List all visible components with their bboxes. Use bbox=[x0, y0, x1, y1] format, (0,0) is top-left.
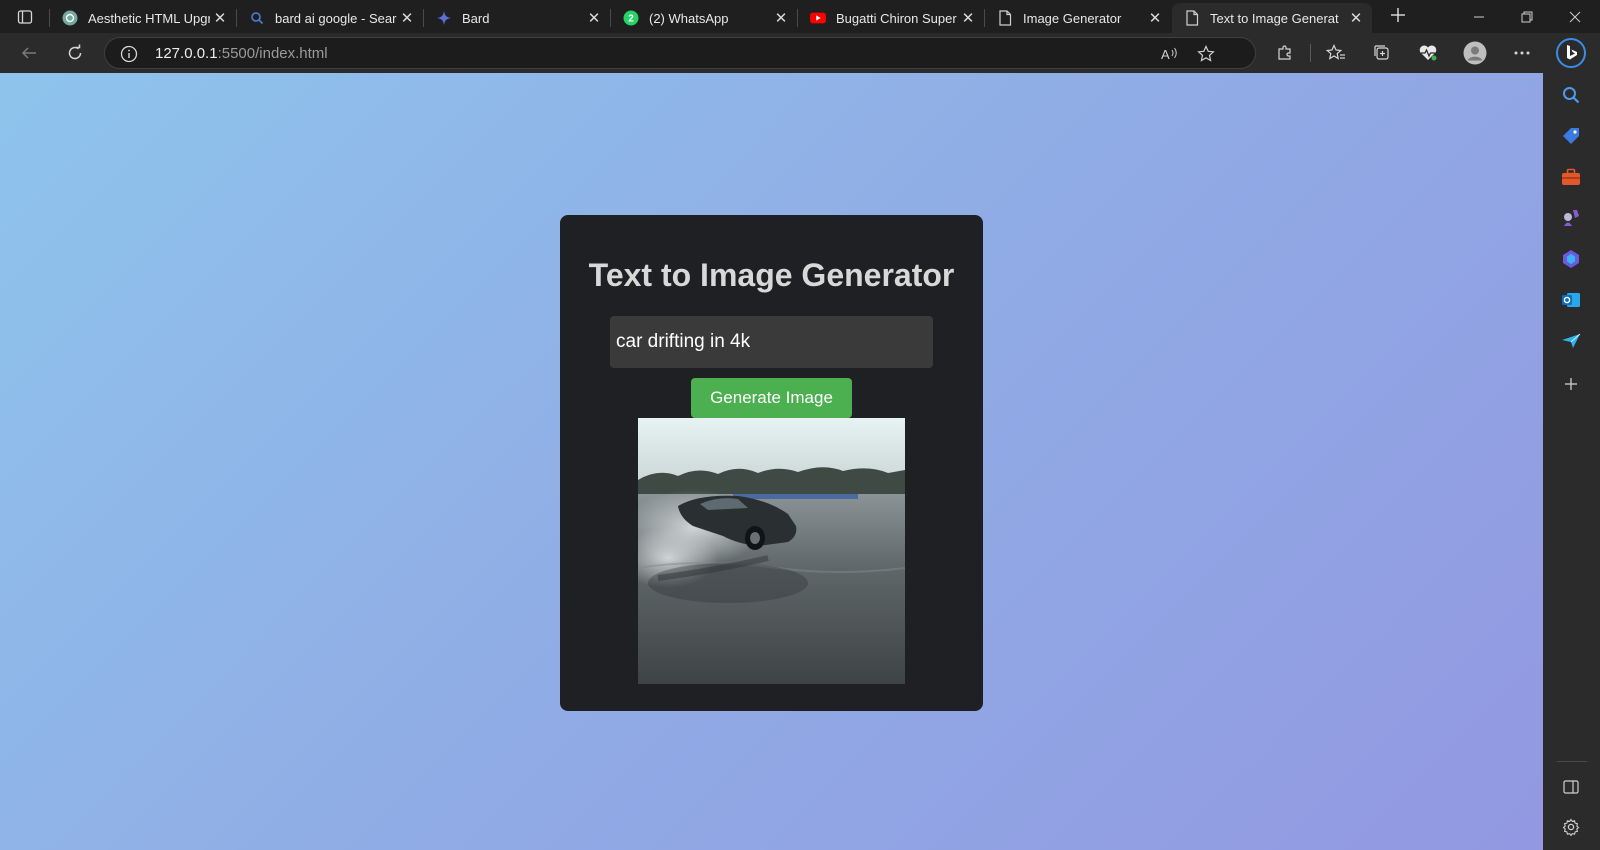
browser-essentials-button[interactable] bbox=[1413, 39, 1443, 67]
tab-title: bard ai google - Searc bbox=[275, 10, 397, 26]
tab-bard-search[interactable]: bard ai google - Searc ✕ bbox=[237, 3, 423, 33]
avatar-icon bbox=[1463, 41, 1487, 65]
youtube-icon bbox=[810, 10, 826, 26]
tab-bard[interactable]: Bard ✕ bbox=[424, 3, 610, 33]
sidebar-add-button[interactable] bbox=[1555, 368, 1587, 400]
sidebar-tools-button[interactable] bbox=[1555, 161, 1587, 193]
close-icon[interactable]: ✕ bbox=[771, 8, 791, 28]
address-bar[interactable]: 127.0.0.1:5500/index.html A bbox=[104, 37, 1256, 69]
close-icon[interactable]: ✕ bbox=[397, 8, 417, 28]
tab-whatsapp[interactable]: 2 (2) WhatsApp ✕ bbox=[611, 3, 797, 33]
back-button[interactable] bbox=[14, 39, 44, 67]
outlook-icon bbox=[1562, 293, 1580, 307]
sidebar-hide-button[interactable] bbox=[1555, 771, 1587, 803]
bing-icon bbox=[1556, 38, 1586, 68]
puzzle-icon bbox=[1278, 45, 1291, 60]
search-icon bbox=[249, 10, 265, 26]
generator-card: Text to Image Generator Generate Image bbox=[560, 215, 983, 711]
tab-title: Text to Image Generat bbox=[1210, 10, 1339, 26]
sidebar-settings-button[interactable] bbox=[1555, 811, 1587, 843]
copilot-icon bbox=[1563, 250, 1579, 268]
page-icon bbox=[1184, 10, 1200, 26]
favorites-button[interactable] bbox=[1321, 39, 1351, 67]
sidebar-copilot-button[interactable] bbox=[1555, 243, 1587, 275]
restore-icon bbox=[1521, 11, 1533, 22]
minimize-icon bbox=[1474, 16, 1484, 17]
more-options-button[interactable] bbox=[1507, 39, 1537, 67]
close-icon[interactable]: ✕ bbox=[1346, 8, 1366, 28]
sidebar-search-button[interactable] bbox=[1555, 79, 1587, 111]
refresh-button[interactable] bbox=[60, 39, 90, 67]
tab-title: Bard bbox=[462, 10, 490, 26]
toolbar: 127.0.0.1:5500/index.html A bbox=[0, 33, 1600, 73]
collections-button[interactable] bbox=[1367, 39, 1397, 67]
toolbox-icon bbox=[1562, 168, 1580, 185]
settings-icon bbox=[1562, 818, 1580, 836]
url-path: :5500/index.html bbox=[217, 45, 328, 62]
search-icon bbox=[1563, 87, 1580, 104]
sidebar-divider bbox=[1557, 761, 1587, 762]
close-window-button[interactable] bbox=[1552, 0, 1598, 33]
sidebar-outlook-button[interactable] bbox=[1555, 284, 1587, 316]
page-title: Text to Image Generator bbox=[588, 257, 955, 293]
send-icon bbox=[1562, 333, 1581, 348]
add-icon bbox=[1565, 378, 1577, 390]
tab-title: (2) WhatsApp bbox=[649, 10, 729, 26]
bing-copilot-button[interactable] bbox=[1555, 37, 1587, 69]
edge-sidebar bbox=[1543, 33, 1600, 850]
new-tab-button[interactable] bbox=[1385, 6, 1411, 28]
tab-aesthetic-html[interactable]: Aesthetic HTML Upgra ✕ bbox=[50, 3, 236, 33]
url-host: 127.0.0.1 bbox=[155, 45, 218, 62]
close-icon[interactable]: ✕ bbox=[1145, 8, 1165, 28]
favorite-star-icon[interactable] bbox=[1195, 43, 1217, 65]
url-text[interactable]: 127.0.0.1:5500/index.html bbox=[155, 45, 328, 62]
close-icon[interactable]: ✕ bbox=[958, 8, 978, 28]
tab-title: Image Generator bbox=[1023, 10, 1122, 26]
restore-button[interactable] bbox=[1504, 0, 1550, 33]
close-icon bbox=[1569, 11, 1581, 22]
tab-title: Bugatti Chiron Super S bbox=[836, 10, 958, 26]
whatsapp-icon: 2 bbox=[623, 10, 639, 26]
sidebar-shopping-button[interactable] bbox=[1555, 120, 1587, 152]
heart-pulse-icon bbox=[1419, 45, 1437, 61]
ellipsis-icon bbox=[1514, 51, 1530, 55]
page-viewport: Text to Image Generator Generate Image bbox=[0, 73, 1543, 850]
tab-title: Aesthetic HTML Upgra bbox=[88, 10, 210, 26]
tab-strip: Aesthetic HTML Upgra ✕ bard ai google - … bbox=[0, 0, 1600, 33]
minimize-button[interactable] bbox=[1456, 0, 1502, 33]
sidebar-games-button[interactable] bbox=[1555, 202, 1587, 234]
toolbar-divider bbox=[1310, 44, 1311, 62]
bard-sparkle-icon bbox=[436, 10, 452, 26]
prompt-input[interactable] bbox=[610, 316, 933, 368]
favorites-icon bbox=[1326, 44, 1345, 60]
generated-image bbox=[638, 418, 905, 684]
tab-text-to-image[interactable]: Text to Image Generat ✕ bbox=[1172, 3, 1372, 33]
plus-icon bbox=[1391, 8, 1405, 22]
svg-text:2: 2 bbox=[628, 14, 634, 25]
site-info-icon[interactable] bbox=[119, 44, 139, 64]
collections-icon bbox=[1374, 45, 1389, 60]
refresh-icon bbox=[68, 44, 82, 60]
tab-actions-button[interactable] bbox=[12, 6, 38, 28]
page-icon bbox=[997, 10, 1013, 26]
profile-button[interactable] bbox=[1460, 39, 1490, 67]
back-arrow-icon bbox=[21, 47, 36, 59]
tab-image-generator[interactable]: Image Generator ✕ bbox=[985, 3, 1171, 33]
chatgpt-icon bbox=[62, 10, 78, 26]
close-icon[interactable]: ✕ bbox=[584, 8, 604, 28]
sidebar-drop-button[interactable] bbox=[1555, 325, 1587, 357]
sidebar-toggle-icon bbox=[1563, 780, 1579, 794]
tag-icon bbox=[1563, 128, 1579, 144]
tab-bugatti[interactable]: Bugatti Chiron Super S ✕ bbox=[798, 3, 984, 33]
svg-text:A: A bbox=[1161, 47, 1170, 62]
close-icon[interactable]: ✕ bbox=[210, 8, 230, 28]
generate-image-button[interactable]: Generate Image bbox=[691, 378, 852, 418]
tab-actions-icon bbox=[17, 10, 33, 24]
games-icon bbox=[1564, 210, 1579, 226]
extensions-button[interactable] bbox=[1270, 39, 1300, 67]
read-aloud-icon[interactable]: A bbox=[1159, 43, 1181, 65]
